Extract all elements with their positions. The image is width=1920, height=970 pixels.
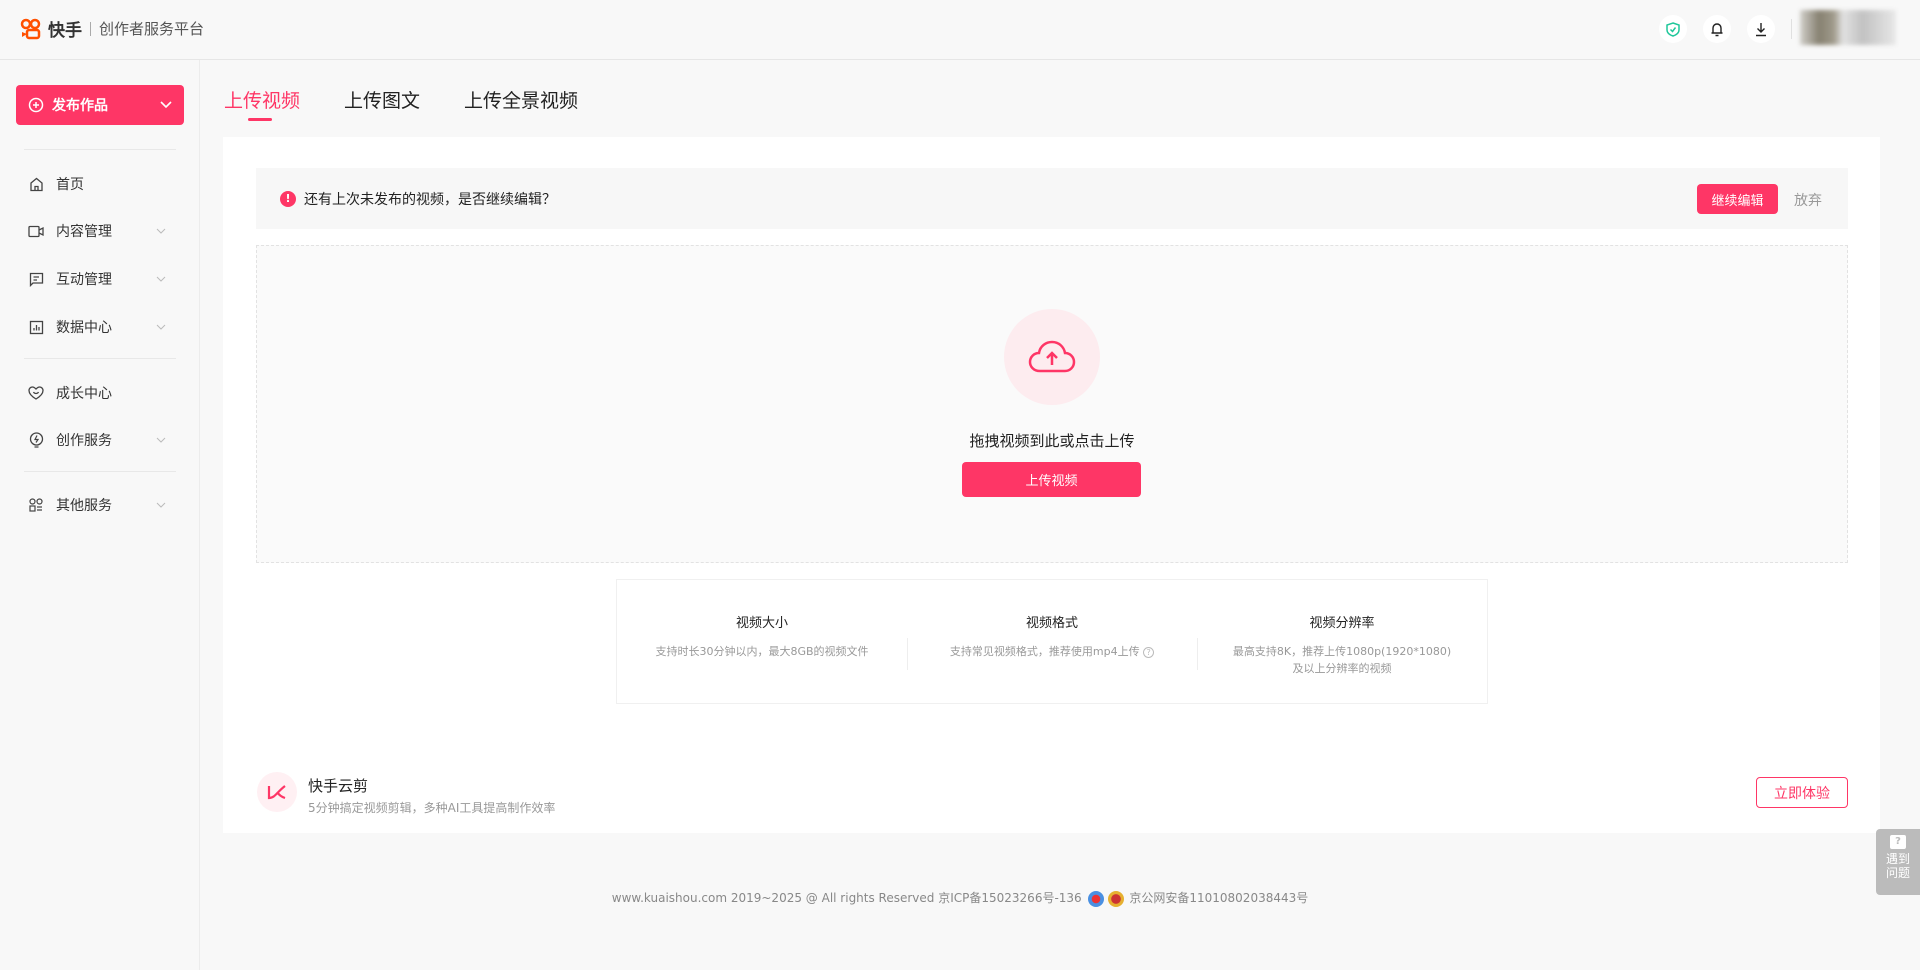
requirement-resolution: 视频分辨率 最高支持8K，推荐上传1080p(1920*1080) 及以上分辨率… <box>1197 612 1487 677</box>
cloud-upload-icon[interactable] <box>1004 309 1100 405</box>
active-tab-indicator <box>248 118 272 121</box>
logo-divider <box>90 21 91 36</box>
chevron-down-icon <box>156 276 166 282</box>
warning-icon: ! <box>280 190 296 207</box>
publish-label: 发布作品 <box>52 98 108 114</box>
sidebar-item-interaction[interactable]: 互动管理 <box>28 264 172 294</box>
upload-requirements: 视频大小 支持时长30分钟以内，最大8GB的视频文件 视频格式 支持常见视频格式… <box>616 579 1488 704</box>
sidebar-item-label: 数据中心 <box>56 320 112 336</box>
apps-icon <box>28 497 44 513</box>
sidebar-item-label: 内容管理 <box>56 224 112 240</box>
national-emblem-icon <box>1087 890 1104 907</box>
requirement-desc: 支持时长30分钟以内，最大8GB的视频文件 <box>655 645 869 658</box>
sidebar-item-data[interactable]: 数据中心 <box>28 312 172 342</box>
yunjian-subtitle: 5分钟搞定视频剪辑，多种AI工具提高制作效率 <box>308 801 556 815</box>
yunjian-title: 快手云剪 <box>308 777 369 795</box>
requirement-desc: 最高支持8K，推荐上传1080p(1920*1080) <box>1232 645 1452 658</box>
sidebar-item-label: 创作服务 <box>56 433 112 449</box>
chevron-down-icon <box>156 324 166 330</box>
help-label: 问题 <box>1885 866 1910 880</box>
sidebar-item-creation[interactable]: 创作服务 <box>28 425 172 455</box>
plus-circle-icon <box>28 97 44 113</box>
footer-copyright[interactable]: www.kuaishou.com 2019~2025 @ All rights … <box>612 891 1082 905</box>
sidebar-item-content[interactable]: 内容管理 <box>28 216 172 246</box>
home-icon <box>28 176 44 192</box>
video-icon <box>28 223 44 239</box>
bulb-icon <box>28 432 44 448</box>
sidebar-item-label: 互动管理 <box>56 272 112 288</box>
comment-icon <box>28 271 44 287</box>
draft-notice: ! 还有上次未发布的视频，是否继续编辑？ <box>256 168 1848 229</box>
tab-upload-image-text[interactable]: 上传图文 <box>344 86 420 113</box>
requirement-desc: 支持常见视频格式，推荐使用mp4上传 <box>949 645 1140 658</box>
user-avatar[interactable] <box>1800 10 1896 45</box>
platform-name: 创作者服务平台 <box>99 20 205 38</box>
chevron-down-icon <box>156 502 166 508</box>
footer: www.kuaishou.com 2019~2025 @ All rights … <box>0 889 1920 907</box>
police-badge-icon <box>1107 890 1124 907</box>
chart-icon <box>28 319 44 335</box>
tab-upload-panorama[interactable]: 上传全景视频 <box>464 86 578 113</box>
sidebar-item-home[interactable]: 首页 <box>28 169 172 199</box>
top-header: 快手 创作者服务平台 <box>0 0 1920 60</box>
tab-upload-video[interactable]: 上传视频 <box>224 86 300 113</box>
upload-video-button[interactable]: 上传视频 <box>962 462 1141 497</box>
try-now-button[interactable]: 立即体验 <box>1756 777 1848 808</box>
sidebar-item-growth[interactable]: 成长中心 <box>28 378 172 408</box>
download-icon[interactable] <box>1747 15 1775 43</box>
requirement-size: 视频大小 支持时长30分钟以内，最大8GB的视频文件 <box>617 612 907 660</box>
chevron-down-icon <box>156 228 166 234</box>
publish-button[interactable]: 发布作品 <box>16 85 184 125</box>
brand-name: 快手 <box>48 21 82 41</box>
notice-text: 还有上次未发布的视频，是否继续编辑？ <box>304 191 556 208</box>
requirement-desc-2: 及以上分辨率的视频 <box>1292 662 1392 675</box>
chevron-down-icon <box>156 437 166 443</box>
requirement-title: 视频分辨率 <box>1309 616 1375 631</box>
help-label: 遇到 <box>1885 852 1910 866</box>
chevron-down-icon <box>160 101 172 109</box>
header-divider <box>1791 19 1792 39</box>
continue-edit-button[interactable]: 继续编辑 <box>1697 184 1778 214</box>
footer-police-record[interactable]: 京公网安备11010802038443号 <box>1129 891 1308 905</box>
heart-icon <box>28 385 44 401</box>
discard-button[interactable]: 放弃 <box>1794 190 1822 210</box>
help-widget[interactable]: ? 遇到 问题 <box>1876 829 1920 895</box>
sidebar-divider <box>24 358 176 359</box>
sidebar-item-other[interactable]: 其他服务 <box>28 490 172 520</box>
bell-icon[interactable] <box>1703 15 1731 43</box>
sidebar-divider <box>24 149 176 150</box>
help-question-icon[interactable]: ? <box>1143 646 1155 658</box>
sidebar-divider <box>24 471 176 472</box>
kuaishou-logo-icon <box>20 18 41 39</box>
sidebar-item-label: 首页 <box>56 177 84 193</box>
logo[interactable]: 快手 创作者服务平台 <box>20 16 204 41</box>
requirement-title: 视频大小 <box>735 616 788 631</box>
sidebar-item-label: 成长中心 <box>56 386 112 402</box>
requirement-title: 视频格式 <box>1025 616 1078 631</box>
dropzone-prompt: 拖拽视频到此或点击上传 <box>969 432 1135 450</box>
requirement-format: 视频格式 支持常见视频格式，推荐使用mp4上传 ? <box>907 612 1197 670</box>
sidebar-item-label: 其他服务 <box>56 498 112 514</box>
question-bubble-icon: ? <box>1890 835 1906 849</box>
yunjian-logo-icon <box>257 772 297 812</box>
shield-check-icon[interactable] <box>1659 15 1687 43</box>
